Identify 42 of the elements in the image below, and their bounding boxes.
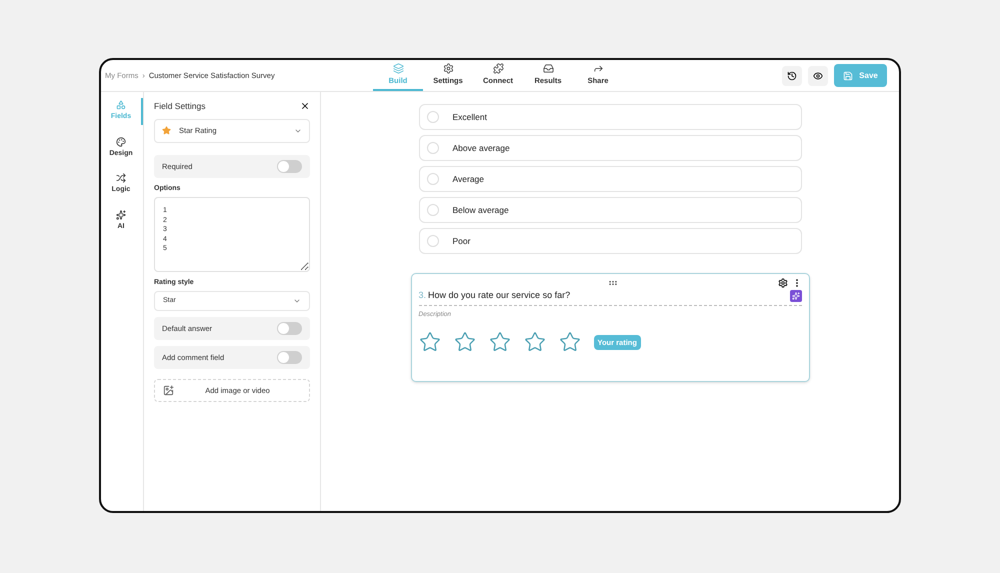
question-title: How do you rate our service so far? xyxy=(428,289,570,302)
puzzle-icon xyxy=(492,62,504,74)
close-icon xyxy=(300,101,310,112)
toggle-switch[interactable] xyxy=(277,322,302,335)
star-rating[interactable] xyxy=(418,331,580,354)
radio-button[interactable] xyxy=(426,204,438,216)
star-icon[interactable] xyxy=(558,331,580,354)
radio-button[interactable] xyxy=(426,142,438,154)
ai-icon[interactable] xyxy=(790,290,802,302)
star-icon[interactable] xyxy=(454,331,476,354)
radio-button[interactable] xyxy=(426,173,438,185)
choice-option[interactable]: Poor xyxy=(418,228,802,254)
inbox-icon xyxy=(542,62,554,74)
shapes-icon xyxy=(116,100,126,110)
radio-button[interactable] xyxy=(426,111,438,123)
star-icon[interactable] xyxy=(488,331,510,354)
question-number: 3. xyxy=(418,289,426,302)
sparkles-icon xyxy=(116,210,126,220)
choice-option[interactable]: Above average xyxy=(418,135,802,161)
save-icon xyxy=(843,70,854,80)
panel-title: Field Settings xyxy=(154,100,206,113)
history-icon xyxy=(787,70,797,80)
toggle-switch[interactable] xyxy=(277,160,302,173)
eye-icon xyxy=(813,70,823,80)
choice-option[interactable]: Average xyxy=(418,166,802,192)
star-icon[interactable] xyxy=(524,331,546,354)
choice-option[interactable]: Excellent xyxy=(418,104,802,130)
layers-icon xyxy=(392,62,404,74)
star-icon xyxy=(162,126,171,136)
shuffle-icon xyxy=(116,173,126,183)
history-button[interactable] xyxy=(782,66,802,86)
palette-icon xyxy=(116,136,126,146)
choice-option[interactable]: Below average xyxy=(418,197,802,223)
radio-button[interactable] xyxy=(426,235,438,247)
drag-handle-icon[interactable] xyxy=(608,278,618,288)
toggle-switch[interactable] xyxy=(277,350,302,364)
close-button[interactable] xyxy=(300,101,310,112)
star-icon[interactable] xyxy=(418,331,440,354)
preview-button[interactable] xyxy=(808,66,828,86)
gear-icon xyxy=(442,62,454,74)
gear-icon[interactable] xyxy=(778,278,788,288)
image-icon xyxy=(163,384,174,396)
